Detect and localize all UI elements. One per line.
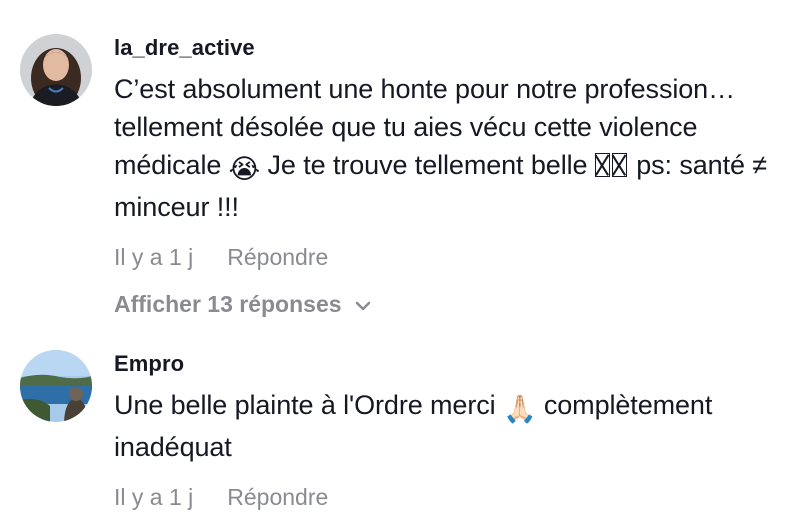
- comment-meta: Il y a 1 j Répondre: [114, 482, 784, 512]
- folded-hands-emoji: 🙏🏻: [502, 394, 537, 424]
- comment-text: C’est absolument une honte pour notre pr…: [114, 70, 784, 226]
- comment-body: Empro Une belle plainte à l'Ordre merci …: [114, 350, 784, 512]
- reply-button[interactable]: Répondre: [227, 482, 328, 512]
- comment-text: Une belle plainte à l'Ordre merci 🙏🏻 com…: [114, 386, 784, 466]
- comment-text-mid: Je te trouve tellement belle: [260, 150, 595, 180]
- avatar-image: [20, 350, 92, 422]
- comment-body: la_dre_active C’est absolument une honte…: [114, 34, 784, 319]
- crying-face-emoji: 😭: [228, 154, 261, 184]
- timestamp: Il y a 1 j: [114, 484, 194, 510]
- reply-button[interactable]: Répondre: [227, 242, 328, 272]
- view-replies-label: Afficher 13 réponses: [114, 291, 342, 317]
- missing-glyph-icon: [594, 153, 610, 177]
- view-replies-button[interactable]: Afficher 13 réponses: [114, 289, 784, 319]
- chevron-down-icon: [355, 301, 370, 311]
- avatar[interactable]: [20, 350, 92, 422]
- comment-meta: Il y a 1 j Répondre: [114, 242, 784, 272]
- missing-glyph-icon: [611, 153, 627, 177]
- avatar[interactable]: [20, 34, 92, 106]
- username[interactable]: Empro: [114, 350, 784, 378]
- comment-text-before: Une belle plainte à l'Ordre merci: [114, 390, 503, 420]
- timestamp: Il y a 1 j: [114, 244, 194, 270]
- avatar-image: [20, 34, 92, 106]
- username[interactable]: la_dre_active: [114, 34, 784, 62]
